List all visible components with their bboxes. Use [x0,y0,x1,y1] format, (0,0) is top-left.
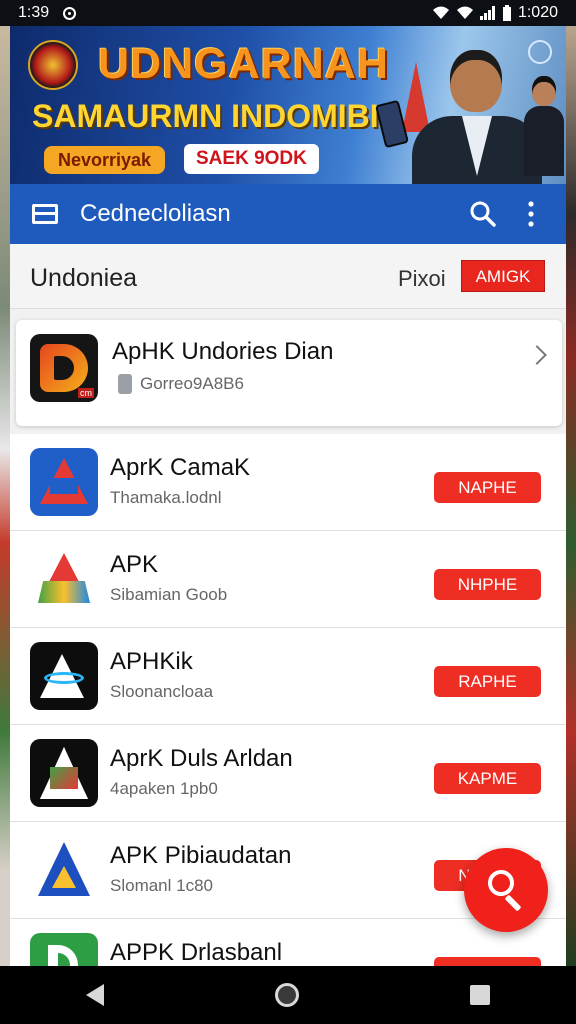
device-icon [118,374,132,394]
featured-app-icon: cm [30,334,98,402]
app-action-button[interactable]: UAPHE [434,957,541,966]
app-subtitle: Sloonancloaa [110,682,214,701]
chevron-right-icon[interactable] [527,345,547,365]
app-subtitle: Sibamian Goob [110,585,228,604]
app-icon [30,545,98,613]
subheader: Undoniea Pixoi AMIGK [10,244,566,309]
more-vert-icon[interactable] [528,200,534,228]
featured-app-card[interactable]: cm ApHK Undories Dian Gorreo9A8B6 [16,320,562,426]
list-item[interactable]: APPK Drlasbanl UAPHE [10,919,566,966]
featured-app-meta-text: Gorreo9A8B6 [140,374,244,393]
home-icon[interactable] [274,983,299,1007]
battery-icon [502,5,511,21]
app-subtitle: Slomanl 1c80 [110,876,214,895]
app-name: APK Pibiaudatan [110,842,292,869]
subheader-button[interactable]: AMIGK [461,260,545,292]
banner-pill-right[interactable]: SAEK 9ODK [184,144,319,174]
list-item[interactable]: AprK CamaK Thamaka.lodnl NAPHE [10,434,566,531]
app-action-button[interactable]: KAPME [434,763,541,794]
promo-banner[interactable]: UDNGARNAH SAMAURMN INDOMIBIA Nevorriyak … [10,26,566,184]
status-time-right: 1:020 [517,4,558,21]
app-name: AprK Duls Arldan [110,745,293,772]
search-icon [488,870,514,896]
status-bar: 1:39 1:020 [0,0,576,26]
app-subtitle: 4apaken 1pb0 [110,779,218,798]
filter-label[interactable]: Pixoi [398,266,446,292]
person-image [375,44,542,184]
search-fab[interactable] [464,848,548,932]
wifi-icon-2 [456,6,473,19]
banner-pill-left[interactable]: Nevorriyak [44,146,166,174]
app-name: AprK CamaK [110,454,251,481]
banner-title-line2: SAMAURMN INDOMIBIA [32,98,402,134]
app-icon [30,642,98,710]
clock-icon [528,40,552,64]
list-item[interactable]: APHKik Sloonancloaa RAPHE [10,628,566,725]
back-icon[interactable] [85,984,104,1006]
featured-app-icon-badge: cm [78,388,94,398]
banner-title-line1: UDNGARNAH [98,40,389,88]
app-bar-title: Cednecloliasn [80,200,231,227]
app-icon [30,933,98,966]
section-label: Undoniea [30,264,138,292]
recents-icon[interactable] [470,985,491,1005]
list-item[interactable]: AprK Duls Arldan 4apaken 1pb0 KAPME [10,725,566,822]
emblem-icon [28,40,78,90]
wifi-icon [432,6,449,19]
person-image-small [524,70,564,180]
app-icon [30,739,98,807]
status-time: 1:39 [18,4,50,21]
app-action-button[interactable]: NAPHE [434,472,541,503]
app-bar: Cednecloliasn [10,184,566,244]
signal-icon [479,6,495,20]
app-name: APK [110,551,159,578]
app-icon [30,836,98,904]
featured-app-name: ApHK Undories Dian [112,338,334,365]
app-action-button[interactable]: NHPHE [434,569,541,600]
list-item[interactable]: APK Sibamian Goob NHPHE [10,531,566,628]
featured-app-meta: Gorreo9A8B6 [118,374,244,394]
app-icon [30,448,98,516]
menu-icon[interactable] [32,204,58,224]
search-icon[interactable] [470,201,496,227]
app-name: APPK Drlasbanl [110,939,283,966]
app-subtitle: Thamaka.lodnl [110,488,222,507]
target-icon [63,6,77,20]
app-name: APHKik [110,648,193,675]
navigation-bar [0,966,576,1024]
app-action-button[interactable]: RAPHE [434,666,541,697]
